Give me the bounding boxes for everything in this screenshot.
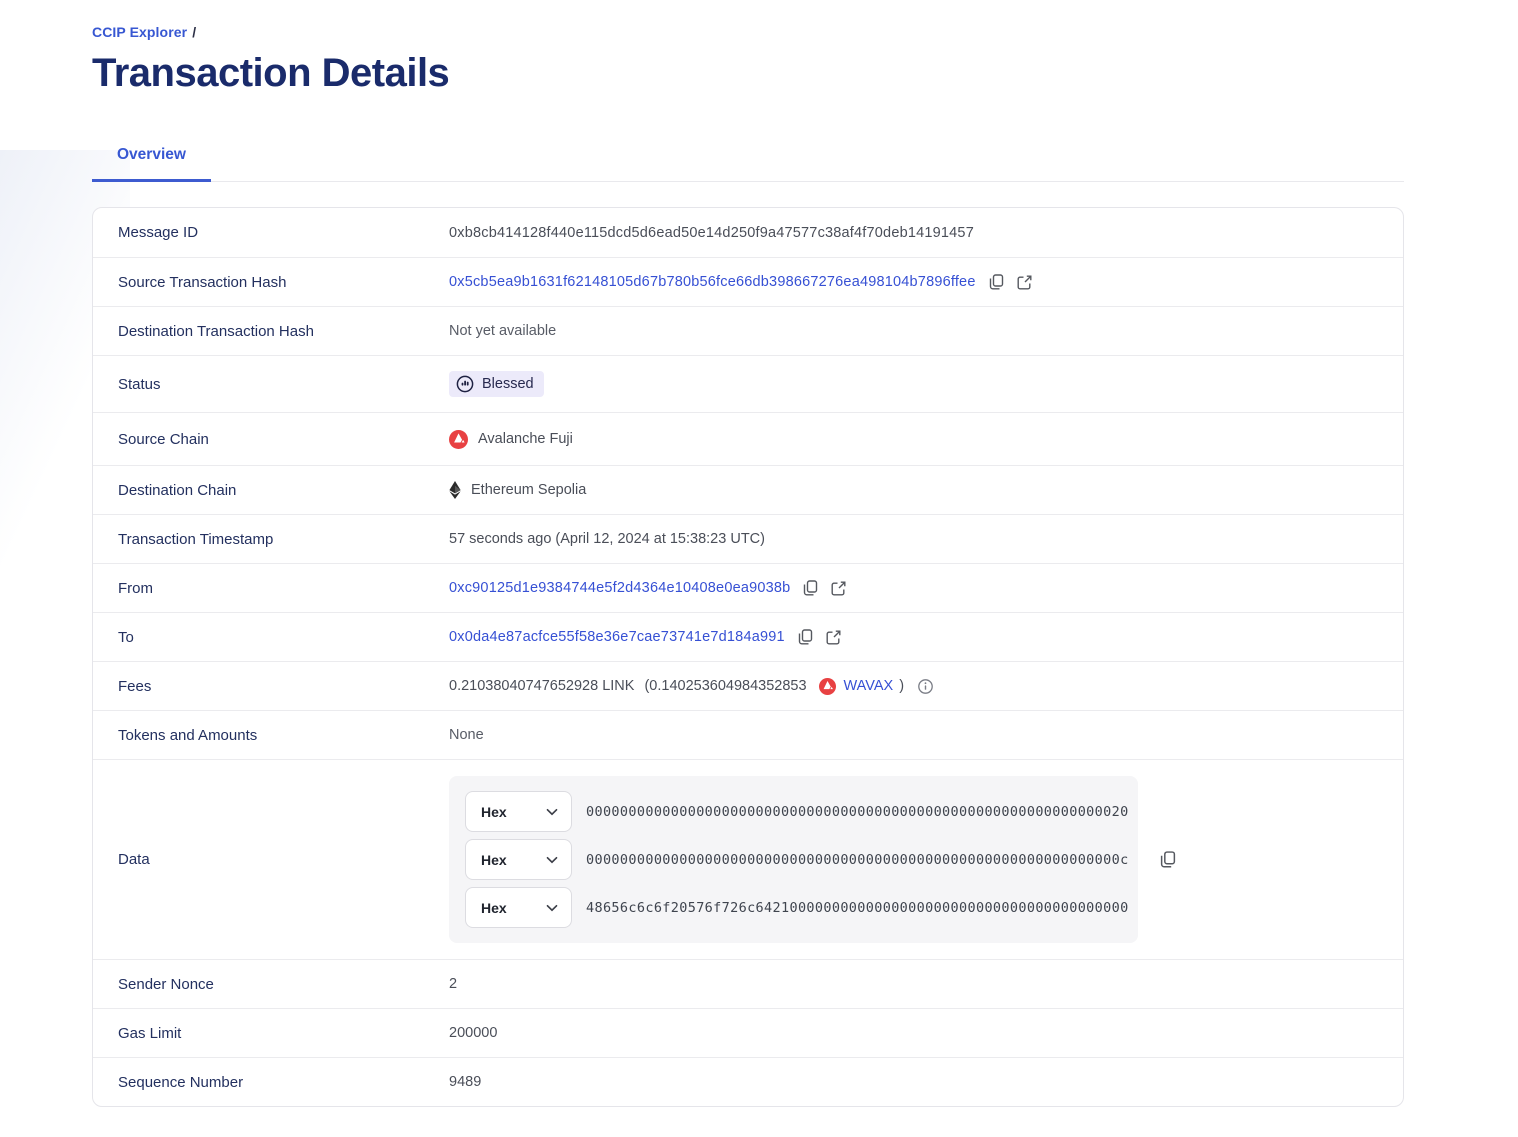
tab-bar: Overview [92,136,1404,182]
breadcrumb-separator: / [192,24,196,40]
tab-overview[interactable]: Overview [92,136,211,182]
ethereum-icon [449,481,461,499]
copy-icon[interactable] [803,580,818,596]
avalanche-icon [819,678,836,695]
gas-limit-value: 200000 [449,1025,497,1041]
source-tx-hash-link[interactable]: 0x5cb5ea9b1631f62148105d67b780b56fce66db… [449,274,976,290]
hex-data-line: 0000000000000000000000000000000000000000… [586,852,1129,868]
row-label: Destination Transaction Hash [93,308,449,355]
row-label: Source Transaction Hash [93,259,449,306]
data-hex-block: Hex 000000000000000000000000000000000000… [449,776,1138,943]
hex-format-dropdown-label: Hex [481,852,507,868]
chevron-down-icon [546,856,558,864]
row-label: Status [93,361,449,408]
table-row-from: From 0xc90125d1e9384744e5f2d4364e10408e0… [93,563,1403,612]
hex-line-2: Hex 000000000000000000000000000000000000… [465,839,1122,880]
copy-icon[interactable] [1160,851,1176,868]
table-row-data: Data Hex 0000000000000000000000000000000… [93,759,1403,959]
chevron-down-icon [546,904,558,912]
hex-data-line: 48656c6c6f20576f726c64210000000000000000… [586,900,1129,916]
fees-wavax-amount: (0.140253604984352853 [644,678,806,694]
external-link-icon[interactable] [831,581,846,596]
tokens-value: None [449,727,484,743]
dest-chain-name: Ethereum Sepolia [471,482,586,498]
copy-icon[interactable] [798,629,813,645]
to-address-link[interactable]: 0x0da4e87acfce55f58e36e7cae73741e7d184a9… [449,629,785,645]
table-row-status: Status Blessed [93,355,1403,412]
breadcrumb: CCIP Explorer / [92,24,1404,40]
hex-format-dropdown-label: Hex [481,900,507,916]
transaction-details-page: CCIP Explorer / Transaction Details Overv… [92,0,1404,1107]
hex-format-dropdown[interactable]: Hex [465,839,572,880]
external-link-icon[interactable] [826,630,841,645]
message-id-value: 0xb8cb414128f440e115dcd5d6ead50e14d250f9… [449,225,974,241]
fees-link-amount: 0.21038040747652928 LINK [449,678,634,694]
row-label: Message ID [93,209,449,256]
chevron-down-icon [546,808,558,816]
row-label: Fees [93,663,449,710]
hex-line-1: Hex 000000000000000000000000000000000000… [465,791,1122,832]
row-label: Tokens and Amounts [93,712,449,759]
hex-format-dropdown-label: Hex [481,804,507,820]
table-row-tokens: Tokens and Amounts None [93,710,1403,759]
table-row-to: To 0x0da4e87acfce55f58e36e7cae73741e7d18… [93,612,1403,661]
avalanche-icon [449,430,468,449]
table-row-source-tx-hash: Source Transaction Hash 0x5cb5ea9b1631f6… [93,257,1403,306]
table-row-source-chain: Source Chain Avalanche Fuji [93,412,1403,465]
timestamp-value: 57 seconds ago (April 12, 2024 at 15:38:… [449,531,765,547]
sender-nonce-value: 2 [449,976,457,992]
row-label: Destination Chain [93,467,449,514]
row-label: From [93,565,449,612]
table-row-gas-limit: Gas Limit 200000 [93,1008,1403,1057]
status-badge-label: Blessed [482,376,534,392]
source-chain-name: Avalanche Fuji [478,431,573,447]
fees-paren-close: ) [899,678,904,694]
status-badge: Blessed [449,371,544,397]
hex-line-3: Hex 48656c6c6f20576f726c6421000000000000… [465,887,1122,928]
wavax-token-link[interactable]: WAVAX [844,678,894,694]
row-label: To [93,614,449,661]
copy-icon[interactable] [989,274,1004,290]
external-link-icon[interactable] [1017,275,1032,290]
table-row-dest-tx-hash: Destination Transaction Hash Not yet ava… [93,306,1403,355]
row-label: Gas Limit [93,1010,449,1057]
row-label: Sequence Number [93,1059,449,1106]
row-label: Sender Nonce [93,961,449,1008]
row-label: Data [93,836,449,883]
table-row-timestamp: Transaction Timestamp 57 seconds ago (Ap… [93,514,1403,563]
from-address-link[interactable]: 0xc90125d1e9384744e5f2d4364e10408e0ea903… [449,580,790,596]
row-label: Transaction Timestamp [93,516,449,563]
info-icon[interactable] [918,679,933,694]
status-blessed-icon [456,375,474,393]
hex-data-line: 0000000000000000000000000000000000000000… [586,804,1129,820]
table-row-sender-nonce: Sender Nonce 2 [93,959,1403,1008]
table-row-sequence-number: Sequence Number 9489 [93,1057,1403,1106]
hex-format-dropdown[interactable]: Hex [465,791,572,832]
breadcrumb-ccip-explorer-link[interactable]: CCIP Explorer [92,24,187,40]
table-row-message-id: Message ID 0xb8cb414128f440e115dcd5d6ead… [93,208,1403,257]
page-title: Transaction Details [92,50,1404,96]
row-label: Source Chain [93,416,449,463]
dest-tx-hash-value: Not yet available [449,323,556,339]
table-row-dest-chain: Destination Chain Ethereum Sepolia [93,465,1403,514]
sequence-number-value: 9489 [449,1074,481,1090]
table-row-fees: Fees 0.21038040747652928 LINK (0.1402536… [93,661,1403,710]
hex-format-dropdown[interactable]: Hex [465,887,572,928]
transaction-details-table: Message ID 0xb8cb414128f440e115dcd5d6ead… [92,207,1404,1107]
